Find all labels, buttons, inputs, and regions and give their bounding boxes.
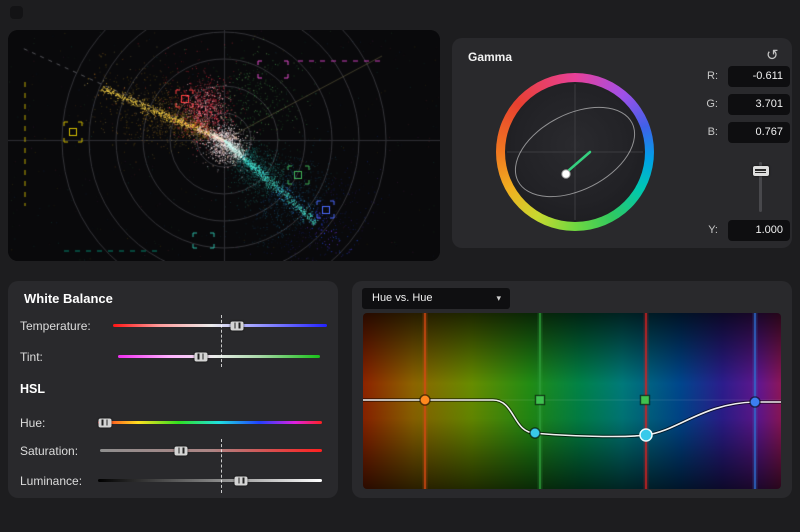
luma-value-field[interactable]: 1.000 [728,220,790,241]
white-balance-title: White Balance [24,291,113,306]
gamma-red-row: R: -0.611 [452,66,792,87]
tint-label: Tint: [20,350,43,364]
luminance-label: Luminance: [20,474,82,488]
hue-slider-handle[interactable] [98,418,111,427]
curve-control-point[interactable] [750,397,760,407]
saturation-label: Saturation: [20,444,78,458]
luminance-slider-handle[interactable] [235,476,248,485]
hue-label: Hue: [20,416,45,430]
vectorscope-canvas [8,30,440,261]
white-balance-panel: White Balance Temperature: Tint: HSL Hue… [8,281,338,498]
curve-control-point[interactable] [530,428,540,438]
gamma-blue-row: B: 0.767 [452,122,792,143]
tint-slider[interactable] [118,355,320,358]
app-icon [10,6,23,19]
default-marker-luminance [221,439,222,493]
saturation-slider[interactable] [100,449,322,452]
blue-field-label: B: [690,122,718,143]
curve-control-point[interactable] [641,396,650,405]
luma-field-label: Y: [690,220,718,241]
curve-control-point[interactable] [536,396,545,405]
wheel-pointer[interactable] [562,170,570,178]
gamma-panel-title: Gamma [468,50,512,64]
master-gain-slider[interactable] [759,162,762,212]
temperature-slider-handle[interactable] [231,321,244,330]
curve-control-point[interactable] [420,395,430,405]
gamma-panel: Gamma ↺ R: -0.611 G: 3.701 B: 0.767 Y: 1… [452,38,792,248]
hue-curve-editor[interactable] [363,313,781,489]
tint-slider-handle[interactable] [194,352,207,361]
vectorscope-panel [8,30,440,261]
temperature-label: Temperature: [20,319,91,333]
green-value-field[interactable]: 3.701 [728,94,790,115]
chevron-down-icon: ▾ [496,288,501,309]
green-field-label: G: [690,94,718,115]
blue-value-field[interactable]: 0.767 [728,122,790,143]
saturation-slider-handle[interactable] [175,446,188,455]
gamma-green-row: G: 3.701 [452,94,792,115]
default-marker-temperature [221,315,222,367]
master-gain-slider-handle[interactable] [753,166,769,176]
hue-curves-panel: Hue vs. Hue ▾ [352,281,792,498]
hue-curve-svg[interactable] [363,313,781,489]
temperature-slider[interactable] [113,324,327,327]
reset-icon[interactable]: ↺ [766,46,779,64]
luminance-slider[interactable] [98,479,322,482]
wheel-indicator-line [568,152,590,171]
red-value-field[interactable]: -0.611 [728,66,790,87]
hue-slider[interactable] [98,421,322,424]
curve-mode-dropdown-label: Hue vs. Hue [372,288,433,309]
curve-control-point[interactable] [640,429,652,441]
curve-mode-dropdown[interactable]: Hue vs. Hue ▾ [362,288,510,309]
gamma-luma-row: Y: 1.000 [452,220,792,241]
red-field-label: R: [690,66,718,87]
hsl-section-title: HSL [20,382,45,396]
